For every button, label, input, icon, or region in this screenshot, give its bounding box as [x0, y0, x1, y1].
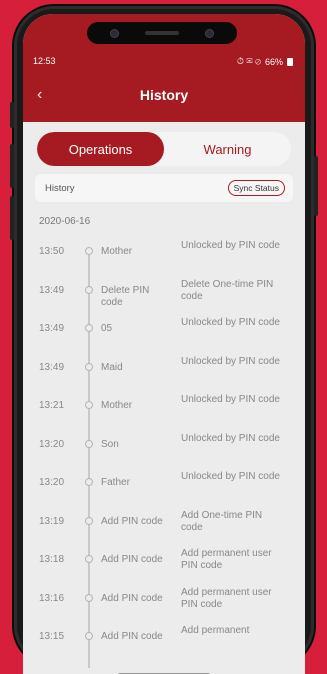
list-item: 13:49 05 Unlocked by PIN code	[23, 317, 305, 356]
record-action: Add permanent user PIN code	[181, 548, 272, 571]
record-action: Unlocked by PIN code	[181, 240, 280, 251]
list-item: 13:21 Mother Unlocked by PIN code	[23, 394, 305, 433]
timeline-dot-icon	[85, 439, 93, 448]
camera-icon	[205, 28, 214, 38]
status-right: ⏱ ✉ ⊘ 66%	[237, 56, 293, 67]
app-header: 12:53 ⏱ ✉ ⊘ 66% ‹ History	[23, 14, 305, 122]
record-user: 05	[101, 323, 113, 334]
list-item: 13:19 Add PIN code Add One-time PIN code	[23, 510, 305, 549]
battery-icon	[287, 57, 293, 66]
timeline-dot-icon	[85, 247, 93, 255]
record-user: Add PIN code	[101, 554, 163, 565]
record-action: Add One-time PIN code	[181, 509, 263, 533]
list-item: 13:18 Add PIN code Add permanent user PIN …	[23, 548, 305, 587]
volume-up-button	[10, 144, 14, 188]
record-action: Add permanent user PIN code	[181, 586, 272, 610]
timeline-dot-icon	[85, 555, 93, 563]
record-time: 13:18	[39, 554, 65, 565]
timeline-dot-icon	[85, 593, 93, 602]
record-action: Unlocked by PIN code	[181, 355, 280, 367]
tab-warning[interactable]: Warning	[164, 132, 291, 166]
date-header: 2020-06-16	[39, 216, 91, 227]
chevron-left-icon[interactable]: ‹	[37, 86, 42, 104]
list-item: 13:49 Delete PIN code Delete One-time PIN …	[23, 279, 305, 318]
nav-bar: ‹ History	[23, 84, 305, 106]
volume-down-button	[10, 196, 14, 240]
app-screen: 12:53 ⏱ ✉ ⊘ 66% ‹ History Operations War…	[23, 14, 305, 674]
status-bar: 12:53 ⏱ ✉ ⊘ 66%	[33, 56, 293, 67]
record-time: 13:19	[39, 515, 65, 527]
record-action: Delete One-time PIN code	[181, 278, 274, 302]
battery-percent: 66%	[264, 56, 283, 67]
power-button	[314, 156, 318, 216]
camera-island	[87, 22, 237, 44]
list-item: 13:50 Mother Unlocked by PIN code	[23, 240, 305, 279]
status-time: 12:53	[33, 56, 56, 66]
page-title: History	[139, 87, 189, 103]
list-item: 13:20 Father Unlocked by PIN code	[23, 471, 305, 510]
timeline-dot-icon	[85, 362, 93, 371]
record-time: 13:15	[39, 631, 65, 642]
record-user: Father	[101, 477, 130, 488]
list-item: 13:20 Son Unlocked by PIN code	[23, 433, 305, 472]
record-time: 13:49	[39, 284, 65, 296]
timeline-dot-icon	[85, 285, 93, 294]
record-time: 13:20	[39, 477, 65, 488]
record-user: Add PIN code	[101, 515, 163, 527]
record-action: Unlocked by PIN code	[181, 317, 280, 328]
mute-switch	[10, 102, 14, 128]
record-time: 13:21	[39, 400, 65, 411]
record-user: Mother	[101, 400, 133, 411]
record-time: 13:16	[39, 592, 65, 604]
record-action: Unlocked by PIN code	[181, 432, 280, 444]
record-time: 13:49	[39, 323, 65, 334]
segmented-tabs: Operations Warning	[37, 132, 291, 166]
list-item: 13:16 Add PIN code Add permanent user PIN …	[23, 587, 305, 626]
list-item: 13:49 Maid Unlocked by PIN code	[23, 356, 305, 395]
sync-status-button[interactable]: Sync Status	[227, 180, 285, 196]
record-time: 13:20	[39, 438, 65, 450]
history-label: History	[45, 182, 75, 194]
timeline-dot-icon	[85, 516, 93, 525]
record-action: Add permanent	[181, 625, 250, 636]
content-area: Operations Warning History Sync Status 2…	[23, 122, 305, 674]
record-time: 13:50	[39, 246, 65, 257]
record-action: Unlocked by PIN code	[181, 394, 280, 405]
list-item: 13:15 Add PIN code Add permanent	[23, 625, 305, 664]
record-user: Add PIN code	[101, 592, 163, 604]
record-user: Mother	[101, 246, 133, 257]
record-user: Maid	[101, 361, 123, 373]
sensor-icon	[110, 28, 119, 38]
status-icons: ⏱ ✉ ⊘	[236, 56, 261, 66]
record-action: Unlocked by PIN code	[181, 471, 280, 482]
tab-operations[interactable]: Operations	[37, 132, 164, 166]
timeline-dot-icon	[85, 401, 93, 409]
record-time: 13:49	[39, 361, 65, 373]
record-user: Delete PIN code	[101, 284, 150, 308]
history-bar: History Sync Status	[35, 174, 293, 202]
speaker-grill	[145, 31, 179, 35]
record-user: Add PIN code	[101, 631, 163, 642]
timeline-dot-icon	[85, 632, 93, 640]
timeline-dot-icon	[85, 478, 93, 486]
timeline-dot-icon	[85, 324, 93, 332]
record-user: Son	[101, 438, 119, 450]
timeline: 13:50 Mother Unlocked by PIN code 13:49 Dele…	[23, 240, 305, 668]
